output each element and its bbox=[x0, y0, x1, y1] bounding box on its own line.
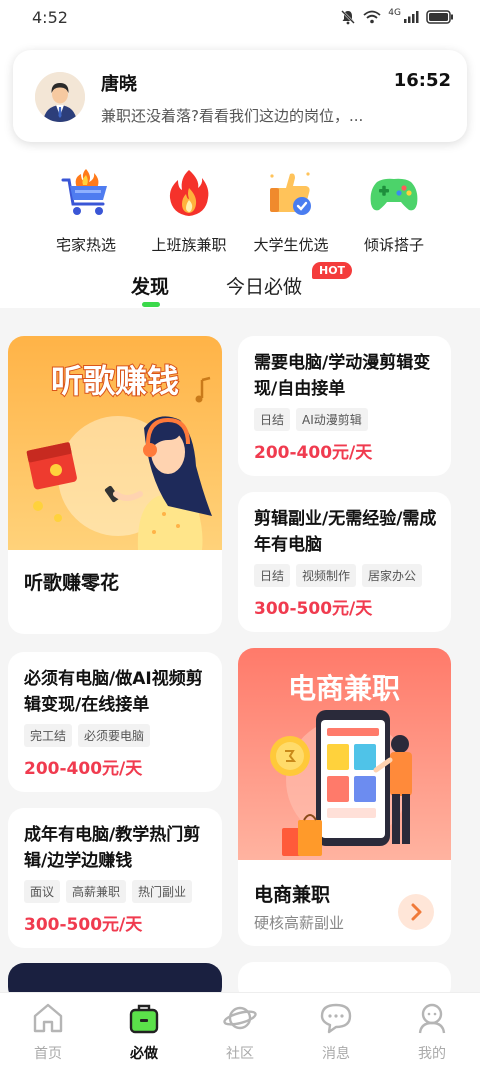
active-tab-indicator bbox=[142, 302, 160, 307]
nav-profile[interactable]: 我的 bbox=[402, 1001, 462, 1063]
job-tag: 视频制作 bbox=[296, 564, 357, 587]
mute-bell-icon bbox=[341, 10, 356, 25]
card-title: 听歌赚零花 bbox=[24, 572, 120, 594]
status-time: 4:52 bbox=[32, 7, 68, 27]
briefcase-icon bbox=[129, 1004, 159, 1034]
go-arrow-button[interactable] bbox=[398, 894, 434, 930]
nav-home[interactable]: 首页 bbox=[18, 1001, 78, 1063]
job-salary: 200-400元/天 bbox=[254, 443, 373, 463]
message-notification-card[interactable]: 唐晓 16:52 兼职还没着落?看看我们这边的岗位，... bbox=[13, 50, 467, 142]
chat-icon bbox=[320, 1003, 352, 1034]
job-salary: 300-500元/天 bbox=[254, 599, 373, 619]
banner-overlay-text: 听歌赚钱 bbox=[51, 363, 179, 399]
bottom-navigation: 首页 必做 社区 消息 我的 bbox=[0, 992, 480, 1067]
job-card[interactable]: 成年有电脑/教学热门剪辑/边学边赚钱 面议 高薪兼职 热门副业 300-500元… bbox=[8, 808, 222, 948]
job-tag: 日结 bbox=[254, 564, 291, 587]
signal-icon bbox=[404, 11, 419, 23]
card-title: 电商兼职 bbox=[254, 884, 331, 906]
wifi-icon bbox=[363, 10, 381, 24]
nav-label: 消息 bbox=[322, 1046, 350, 1062]
job-title: 必须有电脑/做AI视频剪辑变现/在线接单 bbox=[24, 669, 203, 715]
job-title: 成年有电脑/教学热门剪辑/边学边赚钱 bbox=[24, 825, 201, 871]
top-area: 唐晓 16:52 兼职还没着落?看看我们这边的岗位，... 宅家热选 上班族兼职… bbox=[0, 34, 480, 308]
job-card[interactable]: 需要电脑/学动漫剪辑变现/自由接单 日结 AI动漫剪辑 200-400元/天 bbox=[238, 336, 451, 476]
nav-label: 社区 bbox=[226, 1046, 254, 1062]
job-salary: 300-500元/天 bbox=[24, 915, 143, 935]
nav-label: 我的 bbox=[418, 1046, 446, 1062]
job-tag: 面议 bbox=[24, 880, 61, 903]
job-tags: 完工结 必须要电脑 bbox=[24, 724, 151, 747]
businessman-avatar-icon bbox=[35, 72, 85, 122]
job-card[interactable]: 必须有电脑/做AI视频剪辑变现/在线接单 完工结 必须要电脑 200-400元/… bbox=[8, 652, 222, 792]
feed-tabs: 发现 今日必做 HOT bbox=[0, 262, 480, 308]
banner-overlay-text: 电商兼职 bbox=[288, 673, 400, 704]
job-tag: 必须要电脑 bbox=[78, 724, 151, 747]
nav-must-do[interactable]: 必做 bbox=[114, 1001, 174, 1063]
job-tag: 完工结 bbox=[24, 724, 73, 747]
tab-discover[interactable]: 发现 bbox=[131, 272, 169, 299]
job-tag: 居家办公 bbox=[362, 564, 423, 587]
nav-label: 必做 bbox=[130, 1046, 158, 1062]
ecommerce-job-card[interactable]: 电商兼职 电商兼职 硬核高薪副业 bbox=[238, 648, 451, 946]
planet-icon bbox=[223, 1006, 257, 1030]
chevron-right-icon bbox=[411, 903, 422, 921]
job-tags: 面议 高薪兼职 热门副业 bbox=[24, 880, 193, 903]
job-tag: 高薪兼职 bbox=[66, 880, 127, 903]
category-home-picks[interactable]: 宅家热选 bbox=[31, 166, 141, 255]
hot-badge: HOT bbox=[312, 262, 353, 279]
sender-name: 唐晓 bbox=[101, 74, 137, 95]
user-icon bbox=[418, 1003, 446, 1034]
status-icons: 4G bbox=[340, 8, 454, 25]
cart-icon bbox=[61, 169, 107, 215]
nav-messages[interactable]: 消息 bbox=[306, 1001, 366, 1063]
nav-community[interactable]: 社区 bbox=[210, 1001, 270, 1063]
category-row: 宅家热选 上班族兼职 大学生优选 倾诉搭子 bbox=[0, 166, 480, 256]
job-tag: 日结 bbox=[254, 408, 291, 431]
job-title: 剪辑副业/无需经验/需成年有电脑 bbox=[254, 509, 437, 555]
music-earn-card[interactable]: 听歌赚钱 听歌赚零花 bbox=[8, 336, 222, 634]
job-title: 需要电脑/学动漫剪辑变现/自由接单 bbox=[254, 353, 431, 399]
status-bar: 4:52 4G bbox=[0, 0, 480, 34]
category-label: 倾诉搭子 bbox=[363, 236, 424, 254]
battery-icon bbox=[426, 10, 453, 24]
category-chat-buddy[interactable]: 倾诉搭子 bbox=[339, 166, 449, 255]
message-preview: 兼职还没着落?看看我们这边的岗位，... bbox=[101, 107, 364, 125]
job-card[interactable]: 剪辑副业/无需经验/需成年有电脑 日结 视频制作 居家办公 300-500元/天 bbox=[238, 492, 451, 632]
card-subtitle: 硬核高薪副业 bbox=[254, 914, 345, 932]
home-icon bbox=[33, 1003, 63, 1033]
fire-icon bbox=[169, 170, 209, 216]
job-salary: 200-400元/天 bbox=[24, 759, 143, 779]
ecommerce-illustration: 电商兼职 bbox=[238, 648, 451, 860]
category-office-workers[interactable]: 上班族兼职 bbox=[134, 166, 244, 255]
listen-music-illustration: 听歌赚钱 bbox=[8, 336, 222, 550]
tab-today-must-do[interactable]: 今日必做 bbox=[226, 272, 302, 299]
thumbs-up-icon bbox=[270, 172, 311, 215]
avatar bbox=[35, 72, 85, 122]
job-tags: 日结 视频制作 居家办公 bbox=[254, 564, 423, 587]
category-label: 大学生优选 bbox=[253, 236, 329, 254]
job-tags: 日结 AI动漫剪辑 bbox=[254, 408, 368, 431]
network-type: 4G bbox=[388, 8, 401, 18]
category-students[interactable]: 大学生优选 bbox=[236, 166, 346, 255]
job-tag: AI动漫剪辑 bbox=[296, 408, 368, 431]
gamepad-icon bbox=[370, 178, 418, 211]
job-tag: 热门副业 bbox=[132, 880, 193, 903]
message-time: 16:52 bbox=[393, 70, 451, 91]
category-label: 宅家热选 bbox=[55, 236, 116, 254]
category-label: 上班族兼职 bbox=[151, 236, 227, 254]
nav-label: 首页 bbox=[34, 1046, 62, 1062]
